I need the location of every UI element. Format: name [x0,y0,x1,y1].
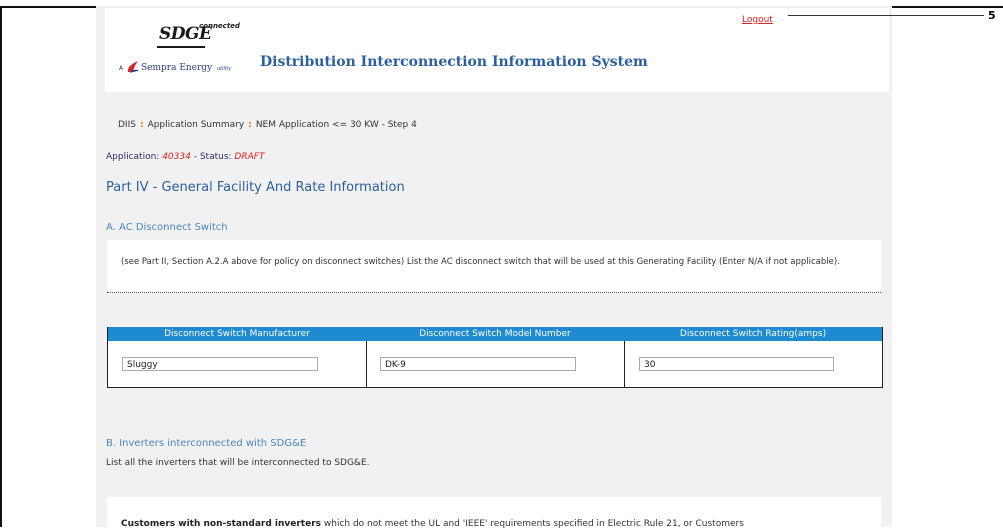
application-status-line: Application: 40334 - Status: DRAFT [106,152,264,162]
callout-line [788,15,892,16]
logo-connected-text: connected [199,22,240,30]
breadcrumb: DIIS: Application Summary: NEM Application… [118,120,417,130]
section-b-note-bold: Customers with non-standard inverters [121,519,322,529]
status-label: - Status: [193,152,232,162]
logo-sempra-text: Sempra Energy [141,63,213,73]
breadcrumb-separator: : [139,120,144,130]
section-b-title: B. Inverters interconnected with SDG&E [106,438,307,449]
sempra-flame-icon [127,61,139,73]
section-a-title: A. AC Disconnect Switch [106,222,228,233]
status-badge: DRAFT [234,152,265,162]
window-frame-left [0,6,2,527]
section-b-note-box: Customers with non-standard inverters wh… [107,497,881,529]
column-header-rating: Disconnect Switch Rating(amps) [624,327,882,341]
site-header: SDGE connected A Sempra Energy utility D… [105,8,889,92]
breadcrumb-diis[interactable]: DIIS [118,120,136,130]
model-number-field[interactable]: DK-9 [380,357,576,371]
application-label: Application: [106,152,160,162]
site-title: Distribution Interconnection Information… [260,54,648,70]
callout-number: 5 [988,9,996,22]
breadcrumb-separator: : [248,120,252,130]
application-number: 40334 [162,152,191,162]
section-b-description: List all the inverters that will be inte… [106,458,370,468]
logout-link[interactable]: Logout [742,15,773,25]
section-a-note: (see Part II, Section A.2.A above for po… [121,257,840,267]
rating-field[interactable]: 30 [639,357,834,371]
logo-a-text: A [119,65,124,72]
logo-utility-text: utility [217,66,232,72]
section-b-note-rest: which do not meet the UL and 'IEEE' requ… [321,519,744,529]
manufacturer-field[interactable]: Sluggy [122,357,318,371]
column-header-manufacturer: Disconnect Switch Manufacturer [108,327,367,341]
part-title: Part IV - General Facility And Rate Info… [106,180,405,195]
breadcrumb-current-step: NEM Application <= 30 KW - Step 4 [255,120,417,130]
breadcrumb-application-summary[interactable]: Application Summary [148,120,245,130]
disconnect-switch-table: Disconnect Switch Manufacturer Disconnec… [107,327,883,388]
column-header-model-number: Disconnect Switch Model Number [366,327,625,341]
column-divider [624,341,625,387]
section-a-note-box: (see Part II, Section A.2.A above for po… [107,240,881,293]
logo-underline [157,46,205,48]
section-b-note: Customers with non-standard inverters wh… [121,519,877,529]
callout-line-right [888,15,984,16]
sdge-logo: SDGE connected A Sempra Energy utility [119,22,259,82]
column-divider [366,341,367,387]
